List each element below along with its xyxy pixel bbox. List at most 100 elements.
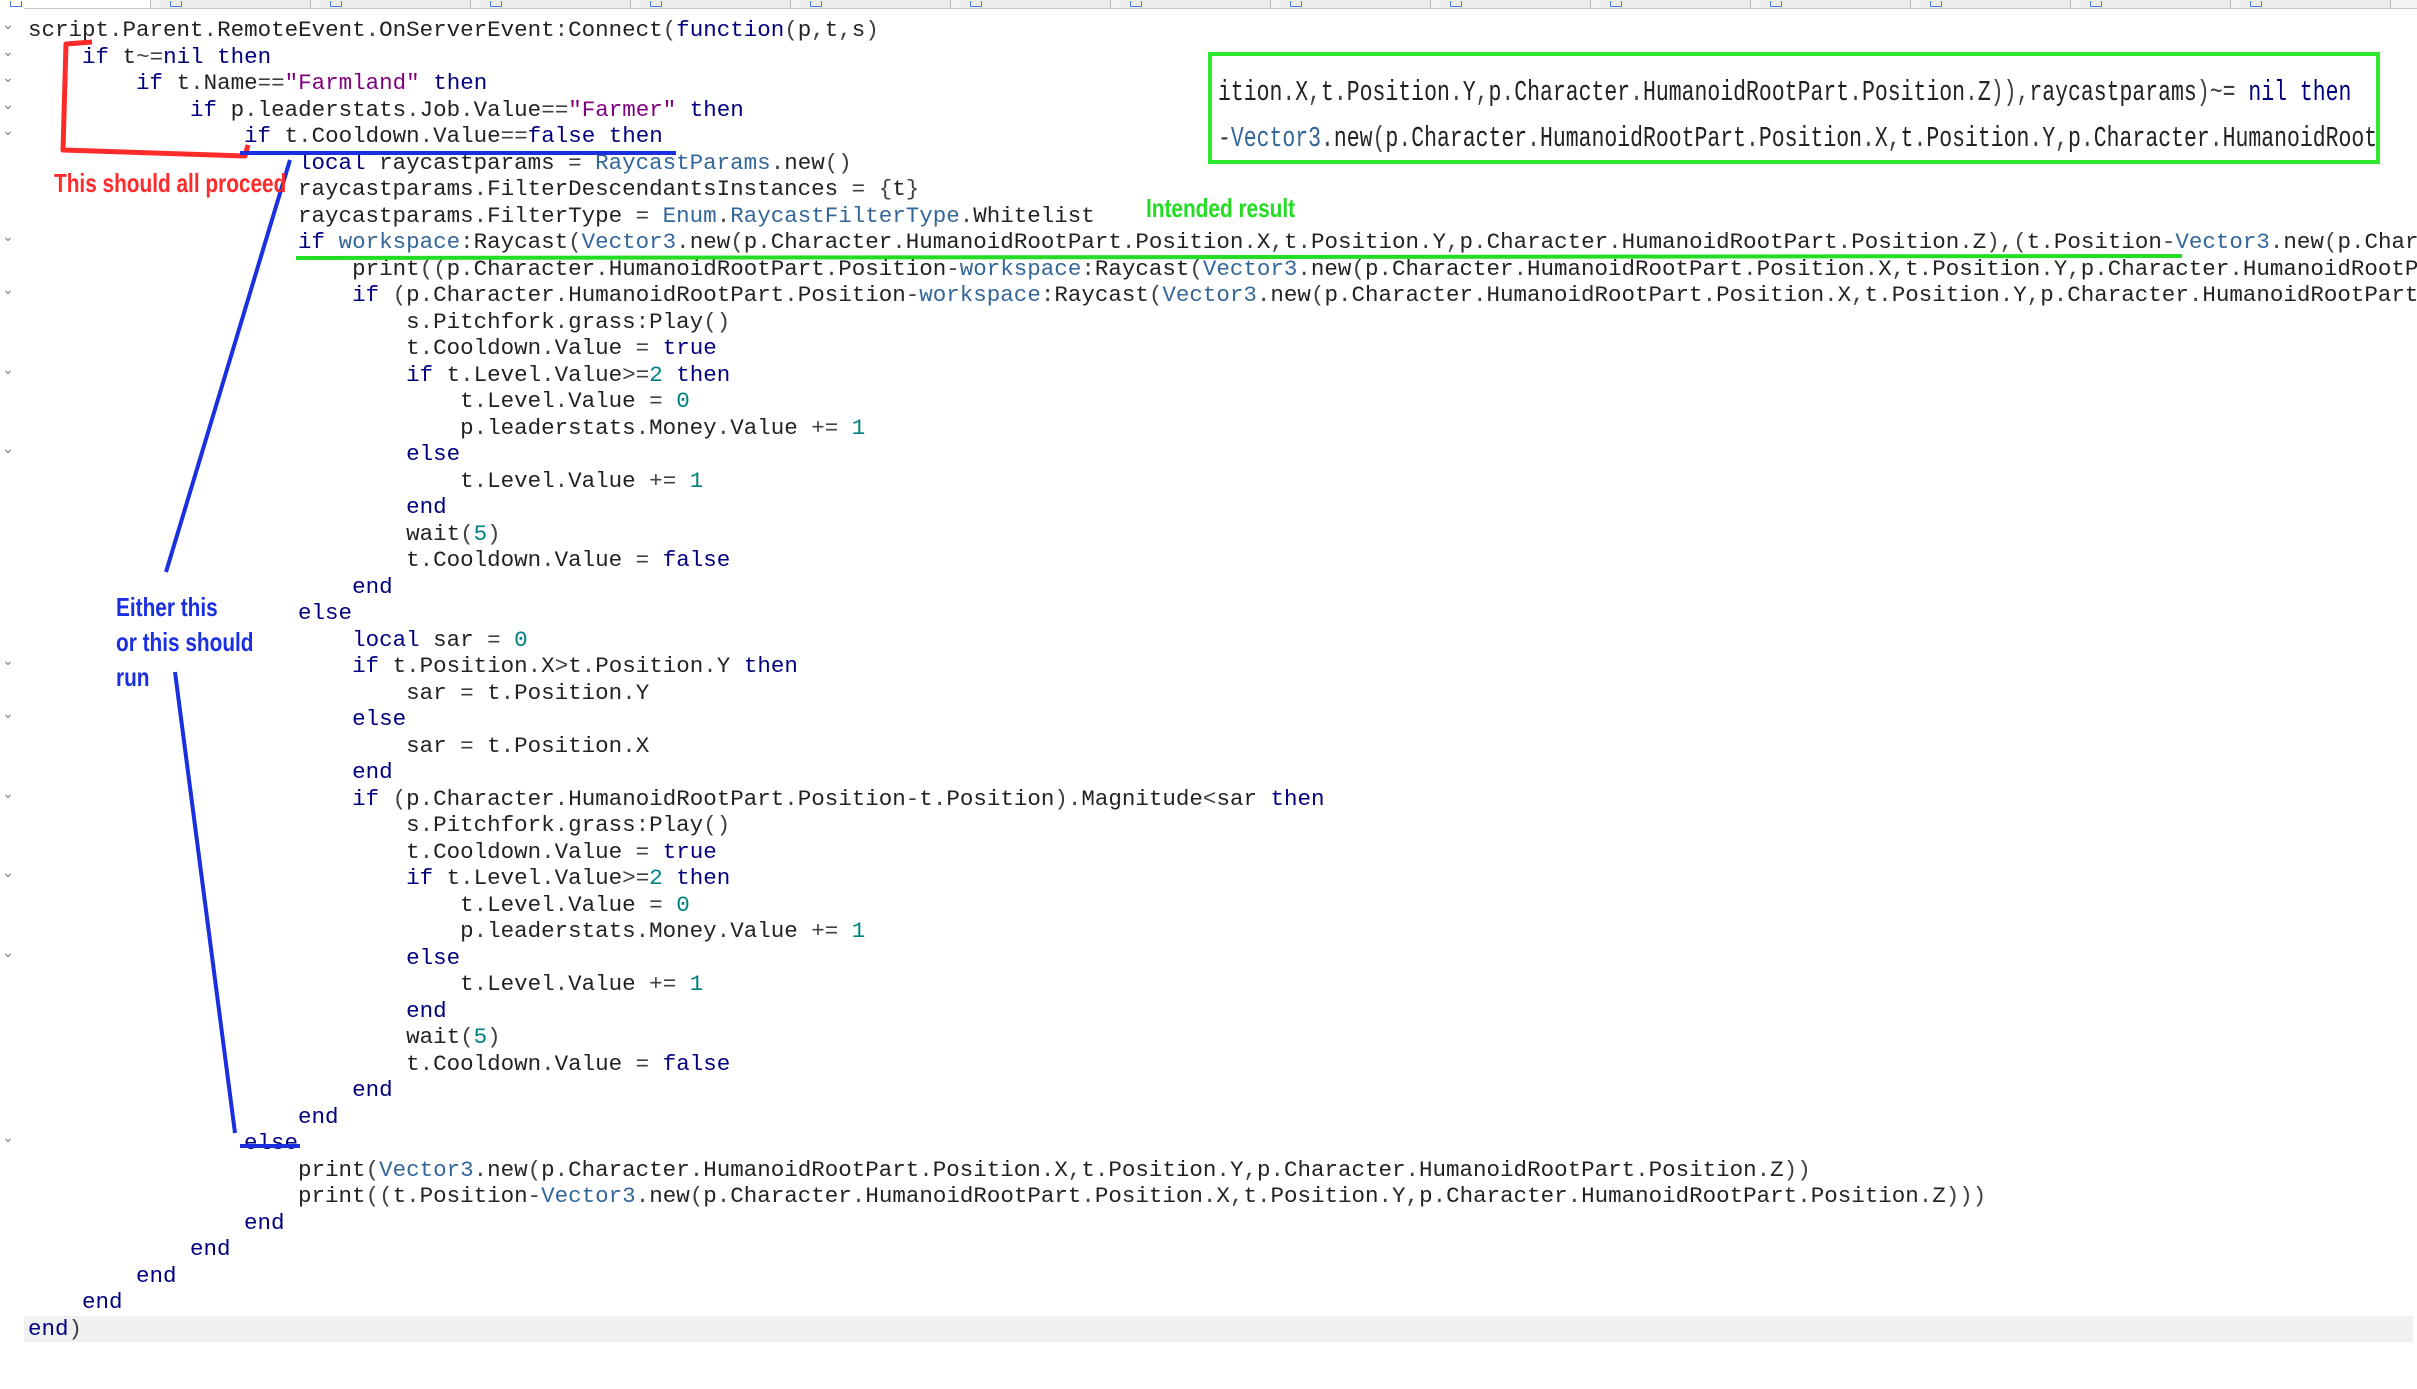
code-line[interactable]: end bbox=[28, 1289, 2417, 1316]
code-line[interactable]: else bbox=[28, 1130, 2417, 1157]
editor-tab[interactable] bbox=[1280, 0, 1431, 8]
code-line[interactable]: p.leaderstats.Money.Value += 1 bbox=[28, 415, 2417, 442]
code-line[interactable]: end bbox=[28, 574, 2417, 601]
operator-token: = bbox=[500, 123, 515, 149]
code-line[interactable]: else bbox=[28, 600, 2417, 627]
editor-tab[interactable] bbox=[800, 0, 951, 8]
operator-token: ( bbox=[568, 229, 582, 255]
fold-toggle-icon[interactable]: ⌄ bbox=[2, 124, 14, 138]
code-line[interactable]: wait(5) bbox=[28, 521, 2417, 548]
fold-toggle-icon[interactable]: ⌄ bbox=[2, 866, 14, 880]
fold-toggle-icon[interactable]: ⌄ bbox=[2, 442, 14, 456]
code-line[interactable]: t.Level.Value += 1 bbox=[28, 468, 2417, 495]
code-line[interactable]: end bbox=[28, 1077, 2417, 1104]
identifier-token: Position bbox=[1851, 229, 1960, 255]
code-line[interactable]: end bbox=[28, 998, 2417, 1025]
editor-tab[interactable] bbox=[960, 0, 1111, 8]
code-line[interactable]: end bbox=[28, 1263, 2417, 1290]
code-line[interactable]: else bbox=[28, 945, 2417, 972]
code-line[interactable]: end bbox=[28, 759, 2417, 786]
code-line[interactable]: end bbox=[28, 494, 2417, 521]
code-line[interactable]: t.Level.Value += 1 bbox=[28, 971, 2417, 998]
editor-tab[interactable] bbox=[1120, 0, 1271, 8]
code-line[interactable]: end bbox=[28, 1104, 2417, 1131]
fold-toggle-icon[interactable]: ⌄ bbox=[2, 283, 14, 297]
fold-toggle-icon[interactable]: ⌄ bbox=[2, 654, 14, 668]
code-line[interactable]: wait(5) bbox=[28, 1024, 2417, 1051]
fold-toggle-icon[interactable]: ⌄ bbox=[2, 787, 14, 801]
operator-token: , bbox=[2016, 76, 2030, 109]
code-line[interactable]: sar = t.Position.Y bbox=[28, 680, 2417, 707]
fold-toggle-icon[interactable]: ⌄ bbox=[2, 363, 14, 377]
operator-token: ( bbox=[1148, 282, 1163, 308]
identifier-token: Value bbox=[554, 547, 623, 573]
identifier-token: Character bbox=[730, 1183, 852, 1209]
number-token: 0 bbox=[514, 626, 528, 653]
editor-tab[interactable] bbox=[480, 0, 631, 8]
code-line[interactable]: script.Parent.RemoteEvent.OnServerEvent:… bbox=[28, 17, 2417, 44]
code-line[interactable]: t.Cooldown.Value = true bbox=[28, 335, 2417, 362]
fold-toggle-icon[interactable]: ⌄ bbox=[2, 946, 14, 960]
operator-token: - bbox=[946, 255, 960, 282]
fold-toggle-icon[interactable]: ⌄ bbox=[2, 1131, 14, 1145]
code-line[interactable]: s.Pitchfork.grass:Play() bbox=[28, 812, 2417, 839]
editor-tab[interactable] bbox=[1600, 0, 1751, 8]
code-line[interactable]: if t.Level.Value>=2 then bbox=[28, 865, 2417, 892]
editor-tab[interactable] bbox=[1760, 0, 1911, 8]
number-token: 0 bbox=[676, 891, 690, 918]
operator-token: = bbox=[635, 361, 650, 388]
code-line[interactable]: if (p.Character.HumanoidRootPart.Positio… bbox=[28, 282, 2417, 309]
editor-tab[interactable] bbox=[160, 0, 311, 8]
code-line[interactable]: p.leaderstats.Money.Value += 1 bbox=[28, 918, 2417, 945]
identifier-token: HumanoidRootPart bbox=[568, 785, 785, 812]
code-line[interactable]: t.Cooldown.Value = false bbox=[28, 547, 2417, 574]
builtin-token: workspace bbox=[338, 229, 461, 255]
code-line[interactable]: else bbox=[28, 706, 2417, 733]
code-line[interactable]: if workspace:Raycast(Vector3.new(p.Chara… bbox=[28, 229, 2417, 256]
code-line[interactable]: if t.Position.X>t.Position.Y then bbox=[28, 653, 2417, 680]
editor-tab[interactable] bbox=[1440, 0, 1591, 8]
code-line[interactable]: print(Vector3.new(p.Character.HumanoidRo… bbox=[28, 1157, 2417, 1184]
operator-token: . bbox=[1513, 255, 1528, 282]
fold-toggle-icon[interactable]: ⌄ bbox=[2, 98, 14, 112]
code-line[interactable]: s.Pitchfork.grass:Play() bbox=[28, 309, 2417, 336]
editor-tab[interactable] bbox=[1920, 0, 2071, 8]
identifier-token: Position bbox=[1270, 1183, 1379, 1209]
operator-token: . bbox=[716, 1183, 731, 1209]
code-line[interactable]: else bbox=[28, 441, 2417, 468]
editor-tab[interactable] bbox=[0, 0, 151, 8]
code-line[interactable]: end bbox=[28, 1210, 2417, 1237]
code-line[interactable]: end bbox=[28, 1236, 2417, 1263]
editor-tab[interactable] bbox=[320, 0, 471, 8]
code-line[interactable]: print((t.Position-Vector3.new(p.Characte… bbox=[28, 1183, 2417, 1210]
fold-toggle-icon[interactable]: ⌄ bbox=[2, 71, 14, 85]
code-line[interactable]: print((p.Character.HumanoidRootPart.Posi… bbox=[28, 256, 2417, 283]
operator-token: ) bbox=[865, 17, 879, 43]
identifier-token: HumanoidRootPart bbox=[1621, 229, 1838, 255]
identifier-token: Character bbox=[1391, 255, 1514, 282]
fold-toggle-icon[interactable]: ⌄ bbox=[2, 707, 14, 721]
identifier-token: HumanoidRootPart bbox=[1581, 1183, 1798, 1209]
identifier-token: t bbox=[284, 123, 299, 149]
editor-tab[interactable] bbox=[2240, 0, 2391, 8]
identifier-token: t bbox=[1900, 122, 1914, 155]
code-line[interactable]: sar = t.Position.X bbox=[28, 733, 2417, 760]
code-line[interactable]: local sar = 0 bbox=[28, 627, 2417, 654]
code-line[interactable]: if (p.Character.HumanoidRootPart.Positio… bbox=[28, 786, 2417, 813]
fold-toggle-icon[interactable]: ⌄ bbox=[2, 18, 14, 32]
code-line[interactable]: end) bbox=[24, 1315, 2413, 1342]
code-line[interactable]: t.Level.Value = 0 bbox=[28, 892, 2417, 919]
identifier-token: new bbox=[2283, 229, 2324, 255]
fold-toggle-icon[interactable]: ⌄ bbox=[2, 230, 14, 244]
code-line[interactable]: if t.Level.Value>=2 then bbox=[28, 362, 2417, 389]
code-line[interactable]: t.Cooldown.Value = true bbox=[28, 839, 2417, 866]
editor-tab[interactable] bbox=[640, 0, 791, 8]
editor-tab[interactable] bbox=[2080, 0, 2231, 8]
code-line[interactable]: t.Level.Value = 0 bbox=[28, 388, 2417, 415]
fold-toggle-icon[interactable]: ⌄ bbox=[2, 45, 14, 59]
operator-token: . bbox=[1824, 282, 1838, 308]
code-line[interactable]: t.Cooldown.Value = false bbox=[28, 1051, 2417, 1078]
